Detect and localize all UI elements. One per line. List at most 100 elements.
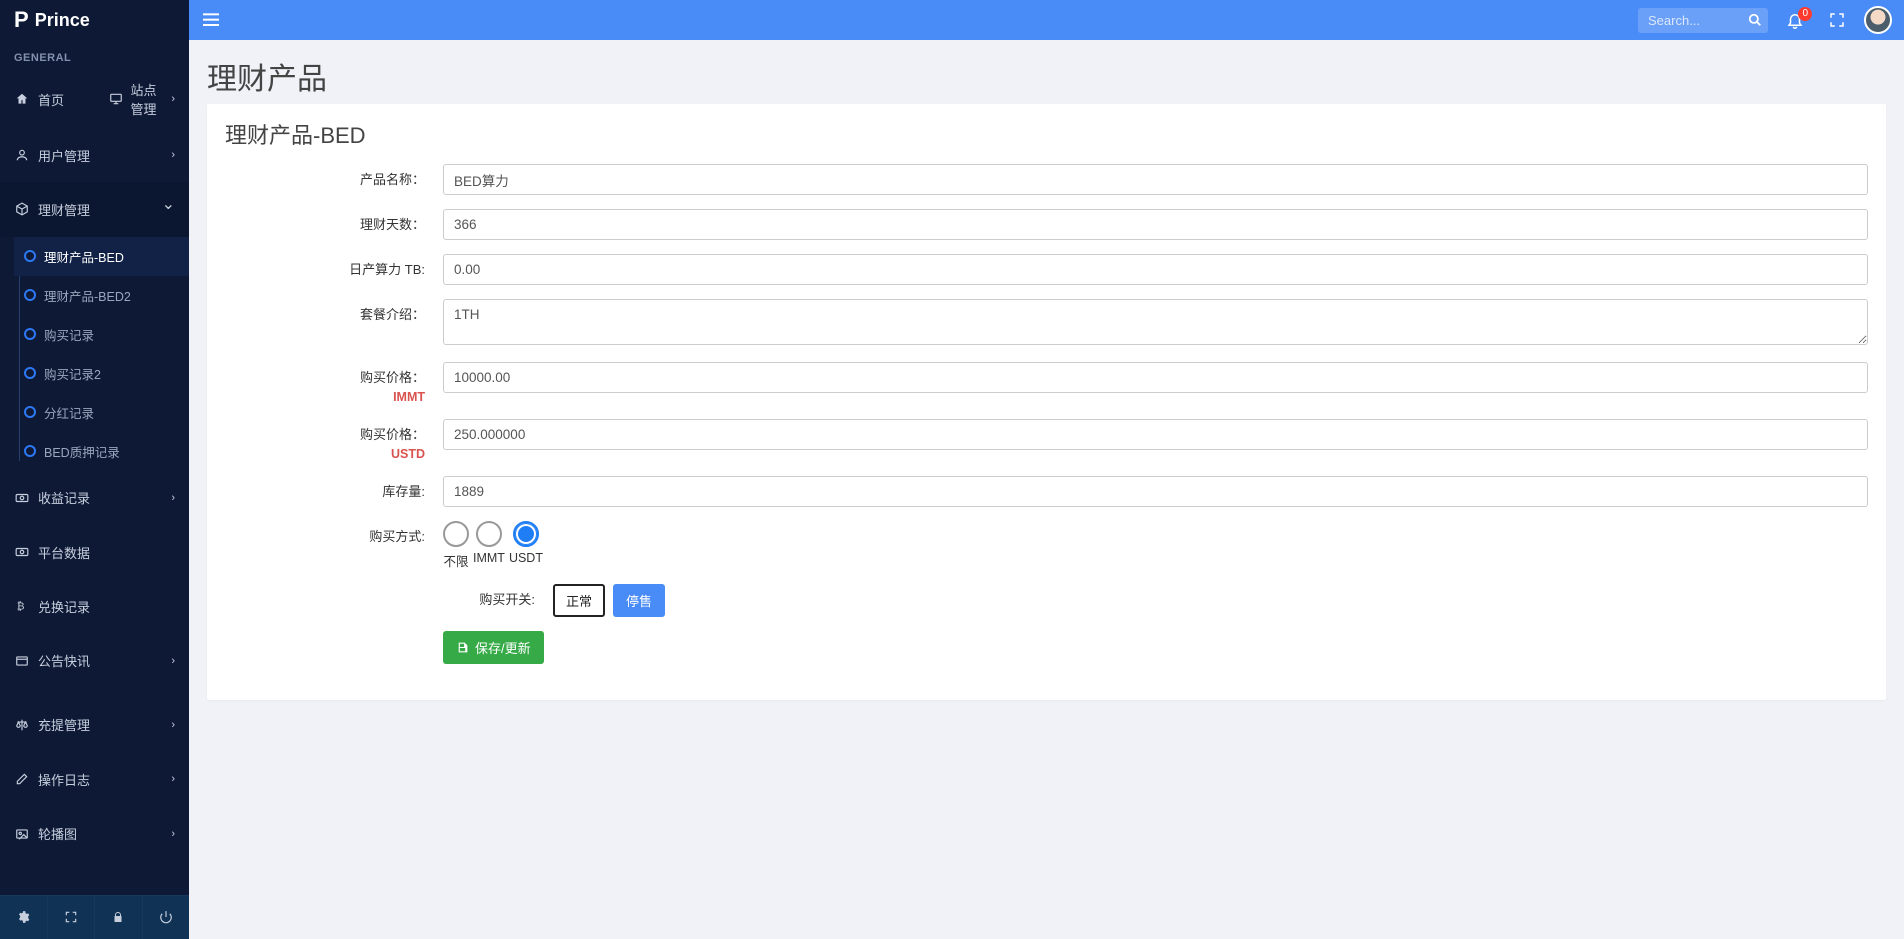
sidebar-footer bbox=[0, 895, 189, 939]
chevron-down-icon bbox=[162, 203, 175, 215]
nav-withdraw-label: 充提管理 bbox=[38, 715, 90, 734]
footer-settings[interactable] bbox=[0, 896, 47, 939]
chevron-right-icon bbox=[171, 719, 175, 731]
menu-toggle[interactable] bbox=[201, 12, 221, 28]
window-icon bbox=[14, 654, 30, 668]
search-icon bbox=[1748, 13, 1762, 27]
monitor-icon bbox=[109, 92, 123, 106]
power-icon bbox=[159, 910, 173, 924]
cash-icon bbox=[14, 545, 30, 559]
label-price-immt: 购买价格： IMMT bbox=[225, 362, 425, 405]
nav-exchange[interactable]: ₿ 兑换记录 bbox=[0, 579, 189, 633]
input-price-immt[interactable] bbox=[443, 362, 1868, 393]
notification-badge: 0 bbox=[1798, 7, 1812, 21]
radio-usdt[interactable] bbox=[513, 521, 539, 547]
tree-item-label: 分红记录 bbox=[44, 407, 94, 421]
nav-carousel[interactable]: 轮播图 bbox=[0, 806, 189, 860]
input-days[interactable] bbox=[443, 209, 1868, 240]
switch-stop-button[interactable]: 停售 bbox=[613, 584, 665, 617]
nav-platform[interactable]: 平台数据 bbox=[0, 525, 189, 579]
chevron-right-icon bbox=[171, 492, 175, 504]
save-button[interactable]: 保存/更新 bbox=[443, 631, 544, 664]
section-label: GENERAL bbox=[0, 40, 189, 70]
tree-item-bed[interactable]: 理财产品-BED bbox=[14, 237, 189, 276]
nav-notice[interactable]: 公告快讯 bbox=[0, 633, 189, 687]
tree-item-pledge[interactable]: BED质押记录 bbox=[14, 432, 189, 471]
radio-usdt-label: USDT bbox=[509, 551, 543, 565]
radio-unlimited[interactable] bbox=[443, 521, 469, 547]
tree-item-dividend[interactable]: 分红记录 bbox=[14, 393, 189, 432]
notifications[interactable]: 0 bbox=[1780, 11, 1810, 29]
page-title: 理财产品 bbox=[207, 54, 1886, 98]
footer-fullscreen[interactable] bbox=[47, 896, 95, 939]
nav-withdraw[interactable]: 充提管理 bbox=[0, 698, 189, 752]
label-text: 购买价格： bbox=[360, 370, 425, 385]
nav-earning[interactable]: 收益记录 bbox=[0, 471, 189, 525]
input-name[interactable] bbox=[443, 164, 1868, 195]
label-daily-tb: 日产算力 TB: bbox=[225, 254, 425, 279]
tree-item-label: 购买记录2 bbox=[44, 368, 101, 382]
sidebar: P Prince GENERAL 首页 站点管理 用户管 bbox=[0, 0, 189, 939]
nav-site[interactable]: 站点管理 bbox=[95, 70, 190, 128]
nav-platform-label: 平台数据 bbox=[38, 543, 90, 562]
nav-finance[interactable]: 理财管理 bbox=[0, 182, 189, 236]
expand-icon bbox=[1828, 11, 1846, 29]
chevron-right-icon bbox=[171, 93, 175, 105]
save-button-label: 保存/更新 bbox=[475, 638, 531, 657]
nav-earning-label: 收益记录 bbox=[38, 488, 90, 507]
image-icon bbox=[14, 827, 30, 841]
content: 理财产品 理财产品-BED 产品名称： 理财天数： 日产算力 TB: 套餐介绍： bbox=[189, 40, 1904, 939]
tree-item-bed2[interactable]: 理财产品-BED2 bbox=[14, 276, 189, 315]
form-card: 理财产品-BED 产品名称： 理财天数： 日产算力 TB: 套餐介绍： bbox=[207, 104, 1886, 700]
brand-text: Prince bbox=[35, 10, 90, 31]
input-daily-tb[interactable] bbox=[443, 254, 1868, 285]
tree-item-buy[interactable]: 购买记录 bbox=[14, 315, 189, 354]
home-icon bbox=[14, 92, 30, 106]
tree-item-buy2[interactable]: 购买记录2 bbox=[14, 354, 189, 393]
fullscreen-toggle[interactable] bbox=[1822, 11, 1852, 29]
label-switch: 购买开关: bbox=[225, 584, 535, 609]
chevron-right-icon bbox=[171, 149, 175, 161]
footer-power[interactable] bbox=[142, 896, 190, 939]
expand-icon bbox=[64, 910, 78, 924]
nav-oplog[interactable]: 操作日志 bbox=[0, 752, 189, 806]
nav-home[interactable]: 首页 bbox=[0, 70, 95, 128]
bars-icon bbox=[201, 12, 221, 28]
save-icon bbox=[456, 641, 469, 654]
tree-item-label: 理财产品-BED2 bbox=[44, 290, 131, 304]
gear-icon bbox=[16, 910, 30, 924]
chevron-right-icon bbox=[171, 655, 175, 667]
label-intro: 套餐介绍： bbox=[225, 299, 425, 324]
bitcoin-icon: ₿ bbox=[14, 599, 30, 613]
topbar: 0 bbox=[189, 0, 1904, 40]
nav-finance-label: 理财管理 bbox=[38, 200, 90, 219]
label-text: 购买价格： bbox=[360, 427, 425, 442]
input-price-ustd[interactable] bbox=[443, 419, 1868, 450]
nav-user-label: 用户管理 bbox=[38, 146, 90, 165]
input-stock[interactable] bbox=[443, 476, 1868, 507]
box-icon bbox=[14, 202, 30, 216]
search-wrap bbox=[1638, 8, 1768, 33]
label-stock: 库存量: bbox=[225, 476, 425, 501]
brand: P Prince bbox=[0, 0, 189, 40]
tree-item-label: 购买记录 bbox=[44, 329, 94, 343]
footer-lock[interactable] bbox=[94, 896, 142, 939]
lock-icon bbox=[112, 910, 124, 924]
avatar[interactable] bbox=[1864, 6, 1892, 34]
search-button[interactable] bbox=[1748, 13, 1762, 27]
nav-home-label: 首页 bbox=[38, 90, 64, 109]
chevron-right-icon bbox=[171, 828, 175, 840]
nav-oplog-label: 操作日志 bbox=[38, 770, 90, 789]
textarea-intro[interactable] bbox=[443, 299, 1868, 345]
nav-exchange-label: 兑换记录 bbox=[38, 597, 90, 616]
switch-normal-button[interactable]: 正常 bbox=[553, 584, 605, 617]
card-title: 理财产品-BED bbox=[225, 118, 1868, 150]
tree-item-label: BED质押记录 bbox=[44, 446, 120, 460]
label-name: 产品名称： bbox=[225, 164, 425, 189]
brand-logo-icon: P bbox=[14, 7, 29, 33]
nav-user[interactable]: 用户管理 bbox=[0, 128, 189, 182]
user-icon bbox=[14, 148, 30, 162]
radio-unlimited-label: 不限 bbox=[443, 551, 468, 570]
radio-immt[interactable] bbox=[476, 521, 502, 547]
finance-tree: 理财产品-BED 理财产品-BED2 购买记录 购买记录2 分红记录 BED质押… bbox=[0, 237, 189, 471]
